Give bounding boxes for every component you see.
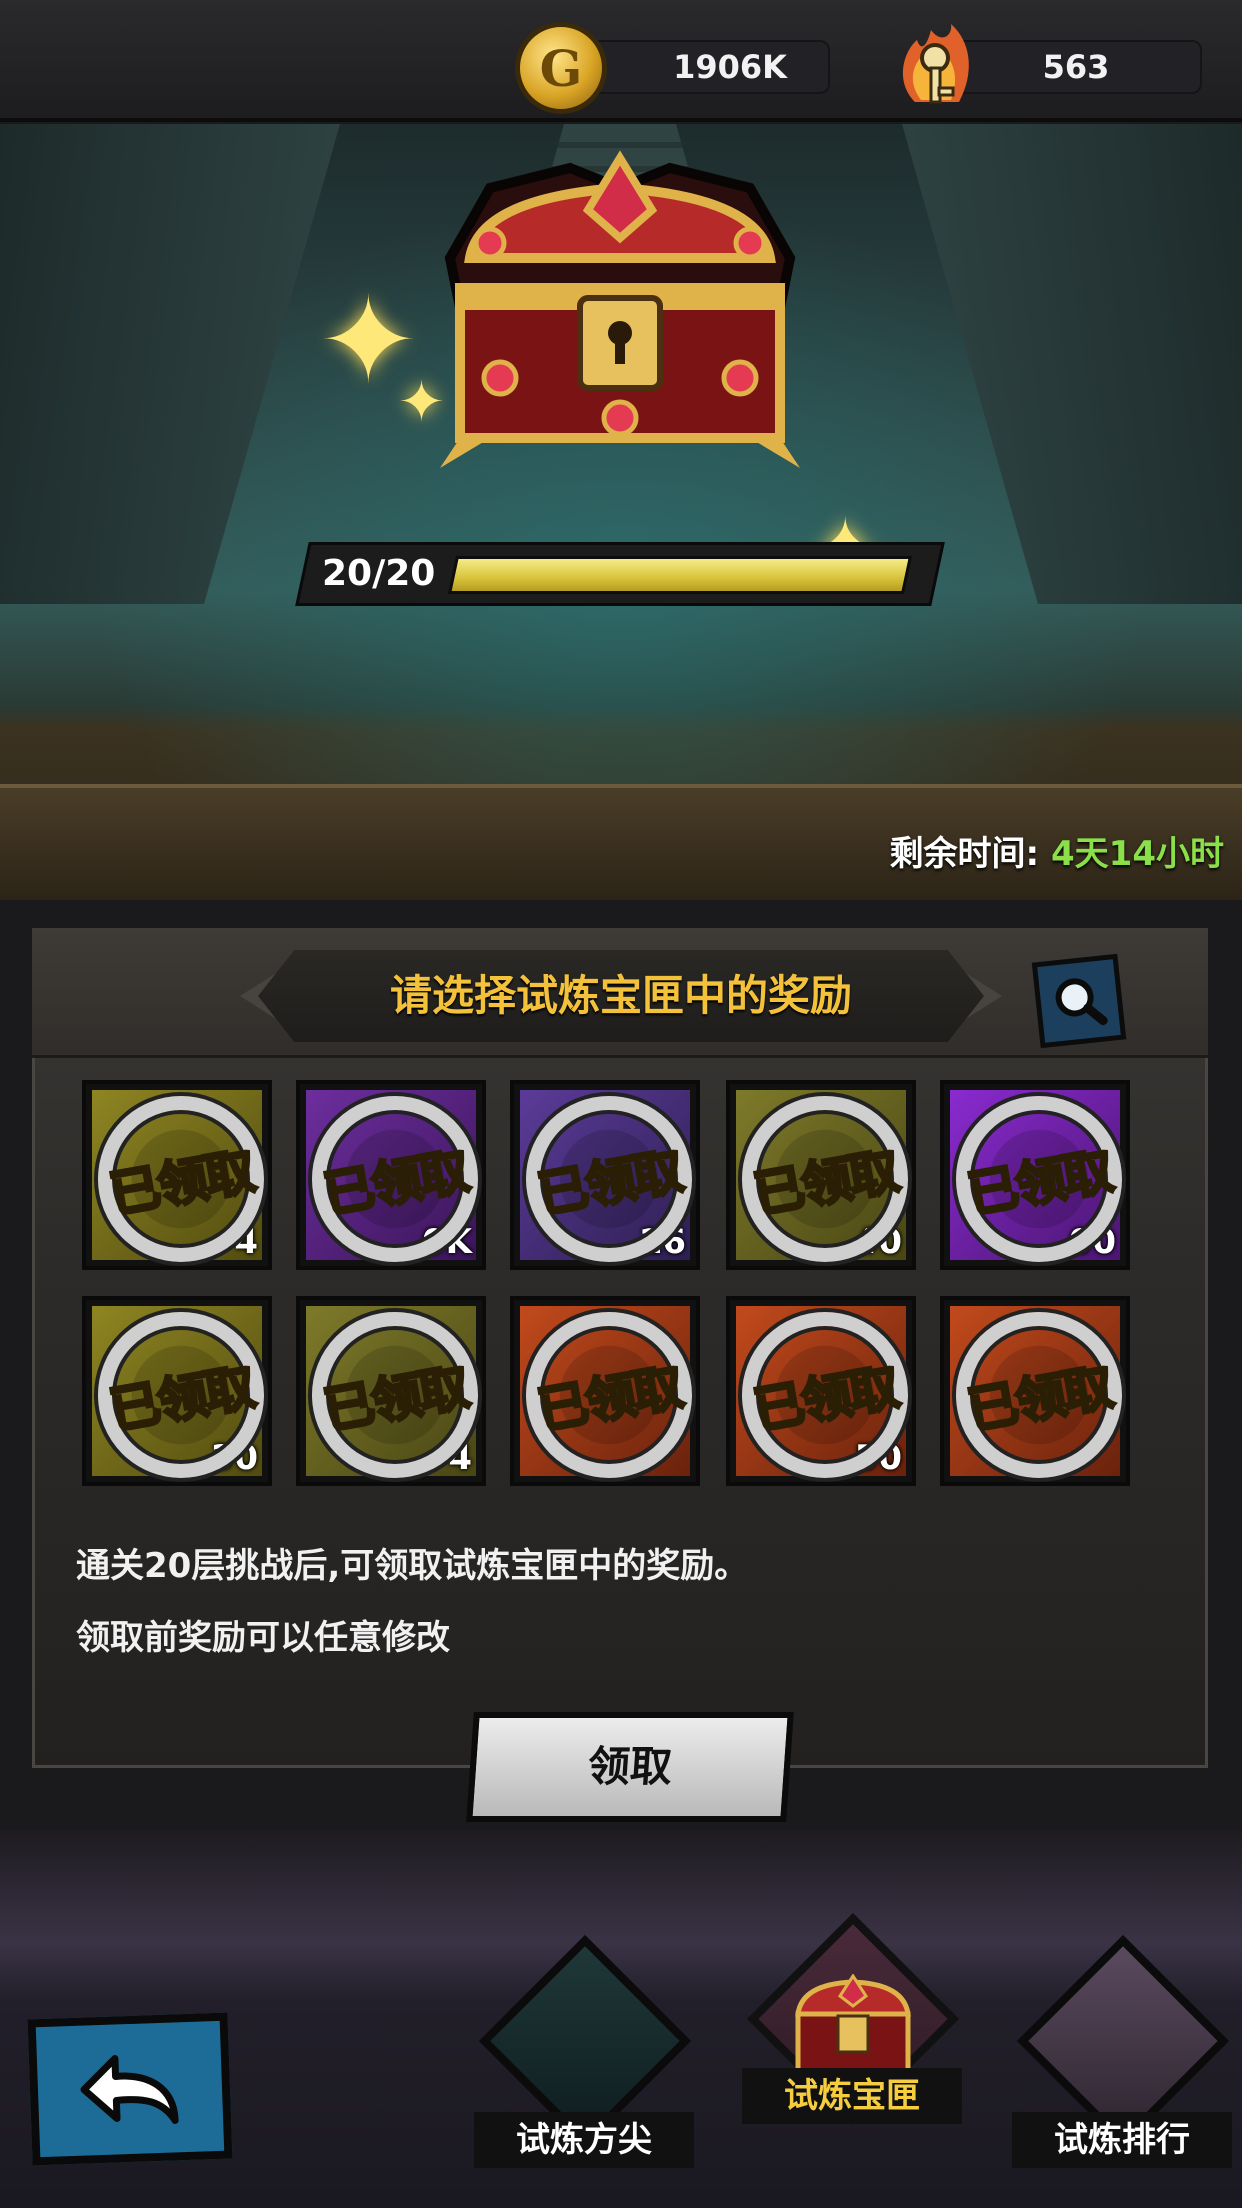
claimed-stamp: 已领取 bbox=[944, 1084, 1134, 1274]
gold-counter: 1906K bbox=[590, 40, 830, 94]
flaming-key-icon bbox=[902, 24, 969, 104]
progress-track bbox=[447, 556, 913, 594]
reward-slot[interactable]: 30已领取 bbox=[82, 1296, 272, 1486]
panel-title: 请选择试炼宝匣中的奖励 bbox=[389, 971, 852, 1020]
key-value: 563 bbox=[1042, 48, 1110, 86]
resource-bar: 1906K G 563 bbox=[0, 0, 1242, 122]
tab-trial-obelisk[interactable]: 试炼方尖 bbox=[474, 1934, 694, 2186]
reward-slot[interactable]: 40已领取 bbox=[726, 1080, 916, 1270]
claimed-stamp: 已领取 bbox=[730, 1084, 920, 1274]
reward-slot[interactable]: 已领取 bbox=[940, 1296, 1130, 1486]
back-arrow-icon bbox=[80, 2055, 179, 2124]
claim-button[interactable]: 领取 bbox=[466, 1712, 794, 1822]
claimed-stamp: 已领取 bbox=[514, 1084, 704, 1274]
remaining-time: 剩余时间: 4天14小时 bbox=[890, 826, 1224, 875]
description-line-2: 领取前奖励可以任意修改 bbox=[76, 1618, 450, 1658]
description-line-1: 通关20层挑战后,可领取试炼宝匣中的奖励。 bbox=[76, 1546, 749, 1586]
progress-fill bbox=[451, 559, 909, 591]
reward-slot[interactable]: 4 已领取 bbox=[296, 1296, 486, 1486]
tab-trial-ranking[interactable]: 试炼排行 bbox=[1012, 1934, 1232, 2186]
back-button[interactable] bbox=[27, 2012, 233, 2166]
claimed-stamp: 已领取 bbox=[514, 1300, 704, 1490]
progress-label: 20/20 bbox=[322, 553, 436, 594]
reward-slot[interactable]: 0K已领取 bbox=[296, 1080, 486, 1270]
claimed-stamp: 已领取 bbox=[86, 1084, 276, 1274]
tab-trial-chest-label: 试炼宝匣 bbox=[742, 2068, 962, 2124]
tab-trial-obelisk-label: 试炼方尖 bbox=[474, 2112, 694, 2168]
reward-slot[interactable]: 50已领取 bbox=[726, 1296, 916, 1486]
reward-slot[interactable]: 16已领取 bbox=[510, 1080, 700, 1270]
claimed-stamp: 已领取 bbox=[300, 1084, 490, 1274]
tab-trial-chest[interactable]: 试炼宝匣 bbox=[742, 1912, 962, 2164]
claimed-stamp: 已领取 bbox=[300, 1300, 490, 1490]
claimed-stamp: 已领取 bbox=[730, 1300, 920, 1490]
claimed-stamp: 已领取 bbox=[86, 1300, 276, 1490]
reward-slot[interactable]: 已领取 bbox=[510, 1296, 700, 1486]
key-counter: 563 bbox=[950, 40, 1202, 94]
search-button[interactable] bbox=[1031, 953, 1127, 1049]
gold-coin-icon: G bbox=[515, 22, 607, 114]
reward-slot[interactable]: 00已领取 bbox=[940, 1080, 1130, 1270]
sparkle-icon: ✦ bbox=[398, 370, 445, 435]
remaining-time-label: 剩余时间: bbox=[889, 834, 1040, 874]
gold-value: 1906K bbox=[673, 48, 787, 86]
treasure-chest-image bbox=[440, 150, 800, 468]
remaining-time-value: 4天14小时 bbox=[1051, 834, 1224, 874]
magnifier-icon bbox=[1055, 978, 1108, 1026]
claimed-stamp: 已领取 bbox=[944, 1300, 1134, 1490]
tab-trial-ranking-label: 试炼排行 bbox=[1012, 2112, 1232, 2168]
reward-slot[interactable]: 4 已领取 bbox=[82, 1080, 272, 1270]
